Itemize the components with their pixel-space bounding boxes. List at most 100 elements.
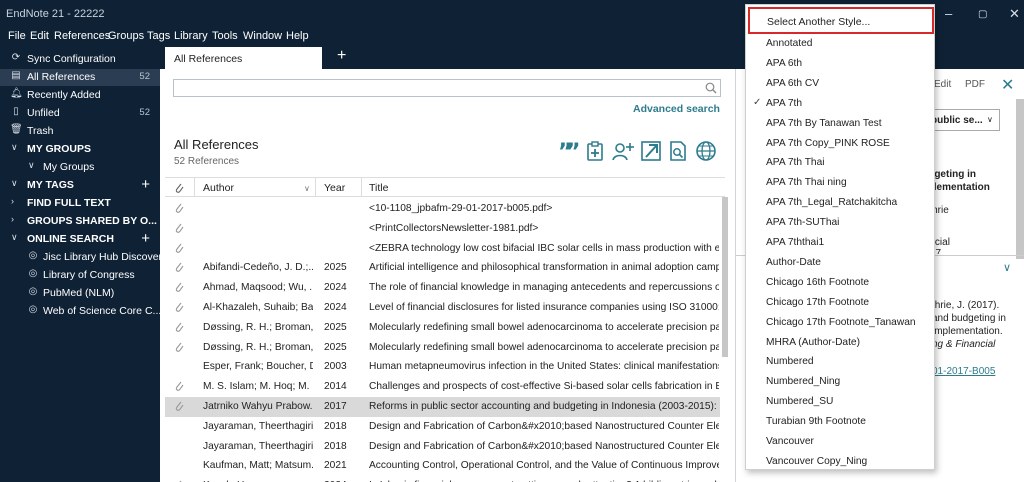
menu-item-label: Select Another Style...	[767, 16, 871, 28]
table-row[interactable]: Døssing, R. H.; Broman,... 2025 Molecularl…	[165, 318, 720, 338]
style-menu-item[interactable]: Chicago 17th Footnote_Tanawan	[746, 313, 934, 333]
table-row[interactable]: Jayaraman, Theerthagiri;... 2018 Design an…	[165, 437, 720, 457]
my-tags-header[interactable]: ∨ MY TAGS +	[0, 176, 160, 194]
scrollbar-thumb[interactable]	[722, 197, 728, 357]
table-row[interactable]: Ahmad, Maqsood; Wu, ... 2024 The role of f…	[165, 278, 720, 298]
output-style-select[interactable]: public se... ∨	[926, 109, 1000, 131]
maximize-button[interactable]: ▢	[978, 9, 987, 20]
list-scrollbar[interactable]	[721, 197, 729, 482]
column-title[interactable]: Title	[369, 182, 388, 194]
menu-references[interactable]: References	[54, 30, 110, 42]
table-row[interactable]: Abifandi-Cedeño, J. D.;... 2025 Artificial…	[165, 258, 720, 278]
table-row[interactable]: Kazak, Hasan2024Is Islamic financial man…	[165, 476, 720, 482]
preview-scrollbar[interactable]	[1016, 99, 1024, 259]
style-menu-item[interactable]: ✓ APA 7th	[746, 94, 934, 114]
style-menu-item[interactable]: APA 7th_Legal_Ratchakitcha	[746, 193, 934, 213]
menu-library[interactable]: Library	[174, 30, 208, 42]
style-menu-item[interactable]: Numbered_SU	[746, 392, 934, 412]
table-row[interactable]: M. S. Islam; M. Hoq; M. ... 2014 Challenge…	[165, 377, 720, 397]
sidebar-item-jisc[interactable]: ◎ Jisc Library Hub Discover	[0, 249, 162, 266]
column-author[interactable]: Author	[203, 182, 234, 194]
menu-item-label: Chicago 17th Footnote_Tanawan	[766, 316, 916, 328]
column-year[interactable]: Year	[324, 182, 345, 194]
tab-pdf[interactable]: PDF	[965, 79, 985, 90]
table-row[interactable]: Jatrniko Wahyu Prabow... 2017 Reforms in p…	[165, 397, 720, 417]
menu-groups[interactable]: Groups	[108, 30, 144, 42]
style-menu-item[interactable]: Numbered	[746, 352, 934, 372]
table-row[interactable]: <PrintCollectorsNewsletter-1981.pdf>	[165, 219, 720, 239]
style-menu-item[interactable]: APA 7th Thai ning	[746, 173, 934, 193]
style-menu-item[interactable]: Numbered_Ning	[746, 372, 934, 392]
add-online-search-icon[interactable]: +	[141, 230, 150, 247]
table-row[interactable]: Jayaraman, Theerthagiri;... 2018 Design an…	[165, 417, 720, 437]
sidebar-item-library-of-congress[interactable]: ◎ Library of Congress	[0, 267, 160, 284]
table-row[interactable]: Al-Khazaleh, Suhaib; Ba... 2024 Level of f…	[165, 298, 720, 318]
style-menu-item[interactable]: Chicago 16th Footnote	[746, 273, 934, 293]
style-menu-item[interactable]: Turabian 9th Footnote	[746, 412, 934, 432]
style-menu-item[interactable]: APA 7ththai1	[746, 233, 934, 253]
insert-citation-icon[interactable]: ” ”	[557, 140, 579, 162]
column-divider[interactable]	[361, 178, 362, 197]
add-to-clipboard-icon[interactable]	[584, 140, 606, 162]
doi-link[interactable]: 01-2017-B005	[932, 366, 995, 377]
tab-all-references[interactable]: All References	[165, 47, 322, 69]
my-groups-header[interactable]: ∨ MY GROUPS	[0, 141, 160, 158]
style-menu-item[interactable]: Vancouver	[746, 432, 934, 452]
style-menu-item[interactable]: APA 7th Thai	[746, 153, 934, 173]
style-select-value: public se...	[931, 115, 983, 126]
close-panel-icon[interactable]: ✕	[1001, 75, 1014, 95]
style-menu-item[interactable]: APA 6th	[746, 54, 934, 74]
attachment-column-icon[interactable]	[174, 182, 185, 194]
sidebar-item-pubmed[interactable]: ◎ PubMed (NLM)	[0, 285, 160, 302]
advanced-search-link[interactable]: Advanced search	[633, 103, 720, 115]
online-search-header[interactable]: ∨ ONLINE SEARCH +	[0, 230, 160, 248]
menu-help[interactable]: Help	[286, 30, 309, 42]
sidebar-item-trash[interactable]: 🗑︎ Trash	[0, 123, 160, 140]
table-row[interactable]: <ZEBRA technology low cost bifacial IBC …	[165, 239, 720, 259]
style-menu-item[interactable]: MHRA (Author-Date)	[746, 333, 934, 353]
sidebar-item-recently-added[interactable]: 🔔︎ Recently Added	[0, 87, 160, 104]
menu-tools[interactable]: Tools	[212, 30, 238, 42]
sidebar-item-unfiled[interactable]: ▯ Unfiled 52	[0, 105, 160, 122]
add-tag-icon[interactable]: +	[141, 176, 150, 193]
citation-text: implementation.	[932, 326, 1003, 337]
tab-edit[interactable]: Edit	[934, 79, 951, 90]
menu-tags[interactable]: Tags	[147, 30, 170, 42]
style-menu-item[interactable]: Annotated	[746, 34, 934, 54]
export-arrow-icon[interactable]	[640, 140, 662, 162]
cell-author: Jatrniko Wahyu Prabow...	[203, 401, 313, 412]
share-user-icon[interactable]	[612, 140, 634, 162]
find-full-text-icon[interactable]	[667, 140, 689, 162]
minimize-button[interactable]: –	[945, 6, 952, 21]
search-input[interactable]	[174, 80, 694, 96]
find-full-text-header[interactable]: › FIND FULL TEXT	[0, 195, 160, 212]
table-row[interactable]: Kaufman, Matt; Matsum... 2021 Accounting C…	[165, 456, 720, 476]
sidebar-item-all-references[interactable]: ▤ All References 52	[0, 69, 160, 86]
table-row[interactable]: <10-1108_jpbafm-29-01-2017-b005.pdf>	[165, 199, 720, 219]
menu-file[interactable]: File	[8, 30, 26, 42]
select-another-style-item[interactable]: Select Another Style...	[748, 7, 934, 34]
groups-shared-header[interactable]: › GROUPS SHARED BY O...	[0, 213, 160, 230]
style-menu-item[interactable]: Chicago 17th Footnote	[746, 293, 934, 313]
style-menu-item[interactable]: APA 7th By Tanawan Test	[746, 114, 934, 134]
sync-configuration[interactable]: ⟳ Sync Configuration	[0, 51, 160, 68]
search-icon[interactable]	[704, 81, 718, 95]
menu-edit[interactable]: Edit	[30, 30, 49, 42]
sidebar-item-web-of-science[interactable]: ◎ Web of Science Core C...	[0, 303, 162, 320]
column-divider[interactable]	[315, 178, 316, 197]
online-search-globe-icon[interactable]	[695, 140, 717, 162]
add-tab-icon[interactable]: +	[337, 47, 346, 65]
style-menu-item[interactable]: APA 7th Copy_PINK ROSE	[746, 134, 934, 154]
sort-chevron-icon[interactable]: ∨	[304, 184, 310, 193]
chevron-down-icon[interactable]: ∨	[1003, 261, 1011, 274]
column-divider[interactable]	[194, 178, 195, 197]
style-menu-item[interactable]: Author-Date	[746, 253, 934, 273]
close-button[interactable]: ✕	[1009, 6, 1020, 22]
menu-window[interactable]: Window	[243, 30, 282, 42]
table-row[interactable]: Esper, Frank; Boucher, D... 2003 Human met…	[165, 357, 720, 377]
style-menu-item[interactable]: Vancouver Copy_Ning	[746, 452, 934, 472]
table-row[interactable]: Døssing, R. H.; Broman,... 2025 Molecularl…	[165, 338, 720, 358]
style-menu-item[interactable]: APA 7th-SUThai	[746, 213, 934, 233]
sidebar-item-my-groups[interactable]: ∨ My Groups	[0, 159, 160, 176]
style-menu-item[interactable]: APA 6th CV	[746, 74, 934, 94]
